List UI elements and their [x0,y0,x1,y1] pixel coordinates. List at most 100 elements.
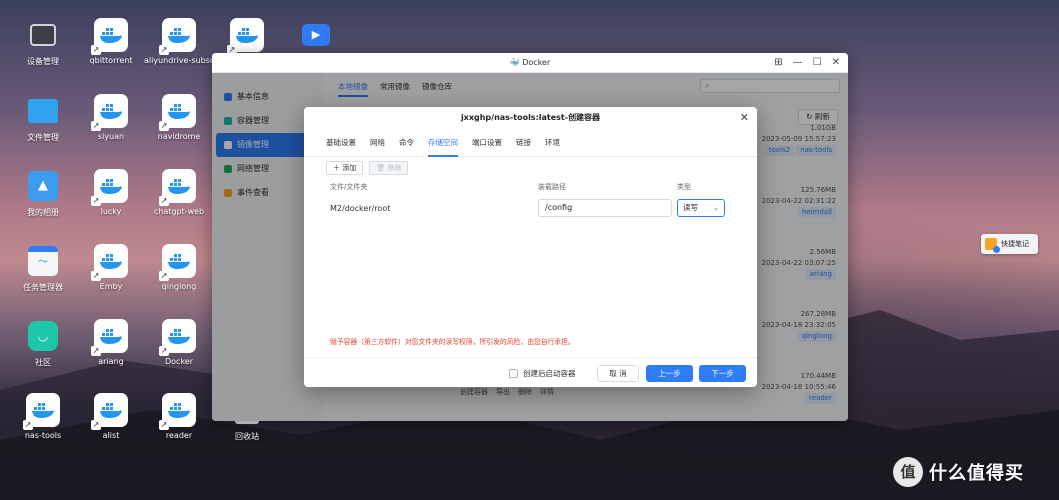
desktop-app-label: 任务管理器 [23,283,63,292]
docker-icon: ↗ [159,18,196,55]
desktop-app-navidrome[interactable]: ↗ navidrome [144,94,214,141]
shortcut-arrow-icon: ↗ [91,420,101,430]
remove-volume-button[interactable]: 🗑 移除 [369,161,409,175]
permission-select[interactable]: 读写 ⌄ [677,199,725,217]
docker-icon: ↗ [23,393,60,430]
desktop-app-label: alist [102,431,120,440]
task-monitor-icon: 〜 [26,244,60,278]
tab-storage[interactable]: 存储空间 [428,137,458,157]
tab-environment[interactable]: 环境 [545,137,560,157]
desktop-app-docker[interactable]: ↗ Docker [144,319,214,366]
cancel-button[interactable]: 取 消 [597,365,639,382]
column-header-mount: 装载路径 [538,183,566,191]
close-icon[interactable]: ✕ [832,53,840,73]
desktop-app-lucky[interactable]: ↗ lucky [76,169,146,216]
pin-icon[interactable]: ⊞ [774,53,782,73]
shortcut-arrow-icon: ↗ [91,346,101,356]
docker-icon: ↗ [91,18,128,55]
desktop-app-alist[interactable]: ↗ alist [76,393,146,440]
desktop-app-item-4[interactable]: ▶ [281,18,351,56]
desktop-app-emby[interactable]: ↗ Emby [76,244,146,291]
desktop-app-ariang[interactable]: ↗ ariang [76,319,146,366]
desktop-app-label: navidrome [157,132,201,141]
window-title: Docker [522,58,551,67]
photo-icon: ▲ [26,169,60,203]
shortcut-arrow-icon: ↗ [159,271,169,281]
docker-icon: ↗ [159,319,196,356]
mount-path-input[interactable]: /config [538,199,672,217]
create-container-dialog: jxxghp/nas-tools:latest-创建容器 ✕ 基础设置 网络 命… [304,107,757,387]
dialog-footer: 创建后启动容器 取 消 上一步 下一步 [304,357,757,387]
desktop-app-aliyundrive-subsc-[interactable]: ↗aliyundrive-subsc... [144,18,214,65]
desktop-app-qbittorrent[interactable]: ↗ qbittorrent [76,18,146,65]
docker-icon: ↗ [159,244,196,281]
watermark-badge: 值 [893,457,923,487]
shortcut-arrow-icon: ↗ [91,121,101,131]
docker-icon: ↗ [159,393,196,430]
desktop-app-reader[interactable]: ↗ reader [144,393,214,440]
shortcut-arrow-icon: ↗ [159,346,169,356]
column-header-type: 类型 [677,183,691,191]
desktop-app-label: siyuan [97,132,125,141]
prev-step-button[interactable]: 上一步 [646,365,693,382]
docker-icon: ↗ [159,94,196,131]
shortcut-arrow-icon: ↗ [91,271,101,281]
desktop-app-label: qbittorrent [89,56,133,65]
minimize-icon[interactable]: — [793,53,803,73]
volume-folder-path[interactable]: M2/docker/root [330,204,390,213]
desktop-app--[interactable]: ◡ 社区 [8,319,78,368]
shortcut-arrow-icon: ↗ [91,196,101,206]
watermark: 值 什么值得买 [893,457,1024,487]
window-titlebar[interactable]: 🐳 Docker ⊞ — ☐ ✕ [212,53,848,73]
desktop-app-label: reader [165,431,193,440]
desktop-app-label: Docker [164,357,193,366]
docker-icon: ↗ [91,319,128,356]
desktop-app--[interactable]: 设备管理 [8,18,78,67]
docker-icon: ↗ [91,169,128,206]
tab-command[interactable]: 命令 [399,137,414,157]
shortcut-arrow-icon: ↗ [159,121,169,131]
shortcut-arrow-icon: ↗ [159,196,169,206]
docker-icon: ↗ [91,393,128,430]
docker-icon: ↗ [91,94,128,131]
add-volume-button[interactable]: ＋ 添加 [326,161,364,175]
checkbox-box [509,369,518,378]
desktop-app-label: 文件管理 [27,133,59,142]
desktop-app-label: aliyundrive-subsc... [144,56,214,65]
shortcut-arrow-icon: ↗ [23,420,33,430]
autostart-checkbox[interactable]: 创建后启动容器 [509,368,576,379]
desktop-app-label: ariang [98,357,124,366]
desktop-app-label: Emby [99,282,123,291]
device-manager-icon [26,18,60,52]
tab-links[interactable]: 链接 [516,137,531,157]
tab-ports[interactable]: 端口设置 [472,137,502,157]
dialog-tabs: 基础设置 网络 命令 存储空间 端口设置 链接 环境 [304,129,757,157]
watermark-text: 什么值得买 [929,463,1024,484]
docker-small-icon: 🐳 [509,58,520,67]
desktop-app--[interactable]: 〜任务管理器 [8,244,78,293]
trash-icon: 🗑 [376,164,386,172]
tab-network[interactable]: 网络 [370,137,385,157]
desktop-app-label: lucky [100,207,122,216]
column-header-folder: 文件/文件夹 [330,183,368,191]
chevron-down-icon: ⌄ [713,204,719,212]
maximize-icon[interactable]: ☐ [813,53,822,73]
docker-icon: ↗ [227,18,264,55]
desktop-app-qinglong[interactable]: ↗ qinglong [144,244,214,291]
folder-icon [26,94,60,128]
close-icon[interactable]: ✕ [740,107,749,129]
desktop-app-chatgpt-web[interactable]: ↗ chatgpt-web [144,169,214,216]
shortcut-arrow-icon: ↗ [159,420,169,430]
shortcut-arrow-icon: ↗ [91,45,101,55]
quick-note-widget[interactable]: 快捷笔记 [981,234,1038,254]
next-step-button[interactable]: 下一步 [699,365,746,382]
desktop-app-siyuan[interactable]: ↗ siyuan [76,94,146,141]
desktop-app-nas-tools[interactable]: ↗ nas-tools [8,393,78,440]
desktop-app-label: qinglong [161,282,197,291]
desktop-app-label: 社区 [35,358,51,367]
desktop-app--[interactable]: ▲ 我的相册 [8,169,78,218]
desktop-app-label: chatgpt-web [153,207,205,216]
desktop-app-item-3[interactable]: ↗ [212,18,282,56]
tab-basic-settings[interactable]: 基础设置 [326,137,356,157]
desktop-app--[interactable]: 文件管理 [8,94,78,143]
